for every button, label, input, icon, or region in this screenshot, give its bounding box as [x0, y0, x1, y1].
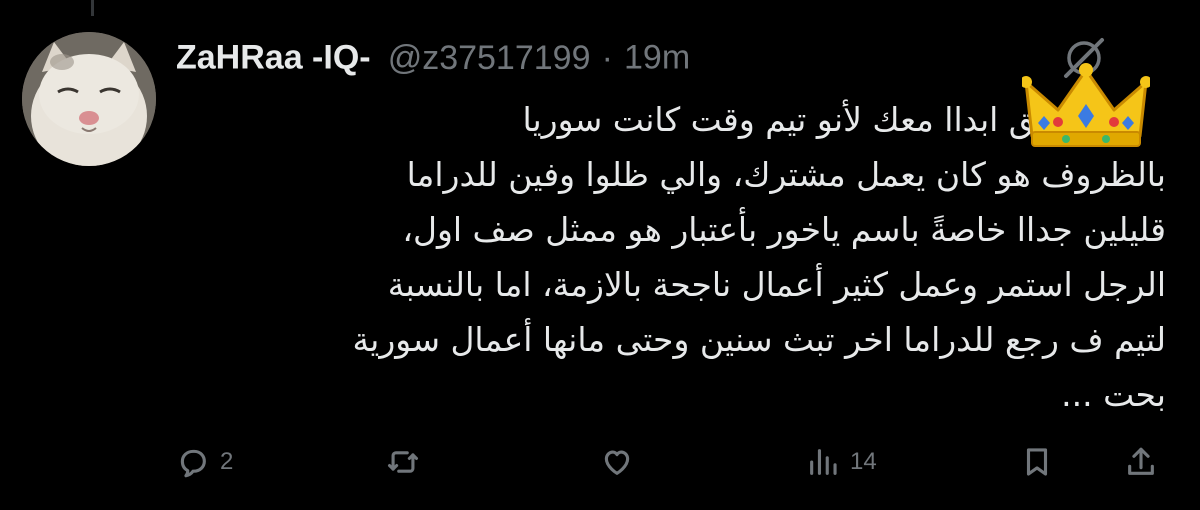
share-icon — [1128, 447, 1154, 475]
heart-icon — [604, 450, 630, 475]
tweet-header: ZaHRaa -IQ- @z37517199 · 19m — [176, 24, 1136, 90]
bookmark-icon — [1026, 448, 1048, 476]
reply-count: 2 — [220, 448, 234, 475]
display-name[interactable]: ZaHRaa -IQ- — [176, 39, 371, 77]
cat-avatar-image — [22, 32, 156, 166]
reply-icon — [180, 449, 206, 478]
avatar[interactable] — [22, 32, 156, 166]
tweet-text-line-3: قليلين جداا خاصةً باسم ياخور بأعتبار هو … — [402, 210, 1166, 249]
crown-emoji — [1020, 60, 1152, 150]
tweet-text-line-5: لتيم ف رجع للدراما اخر تبث سنين وحتى مان… — [352, 320, 1166, 359]
tweet-text-line-4: الرجل استمر وعمل كثير أعمال ناجحة بالازم… — [387, 265, 1166, 304]
tweet-text-line-1: و ما اتفق ابداا معك لأنو تيم وقت كانت سو… — [522, 100, 1136, 139]
bookmark-button[interactable] — [1020, 432, 1054, 492]
user-handle[interactable]: @z37517199 — [388, 39, 591, 77]
retweet-button[interactable] — [386, 432, 430, 492]
tweet-text: و ما اتفق ابداا معك لأنو تيم وقت كانت سو… — [176, 92, 1166, 422]
views-chart-icon — [810, 449, 837, 475]
like-button[interactable] — [600, 432, 644, 492]
share-button[interactable] — [1124, 432, 1158, 492]
views-count: 14 — [850, 448, 877, 475]
separator-dot: · — [601, 38, 613, 77]
timestamp[interactable]: 19m — [624, 39, 690, 77]
tweet-text-line-6: بحت ... — [1061, 375, 1166, 414]
retweet-icon — [387, 451, 419, 473]
tweet-text-line-2: بالظروف هو كان يعمل مشترك، والي ظلوا وفي… — [406, 155, 1166, 194]
views-button[interactable]: 14 — [806, 432, 877, 492]
thread-connector-line — [91, 0, 94, 16]
reply-button[interactable]: 2 — [176, 432, 233, 492]
tweet-action-bar: 2 14 — [160, 432, 1180, 492]
